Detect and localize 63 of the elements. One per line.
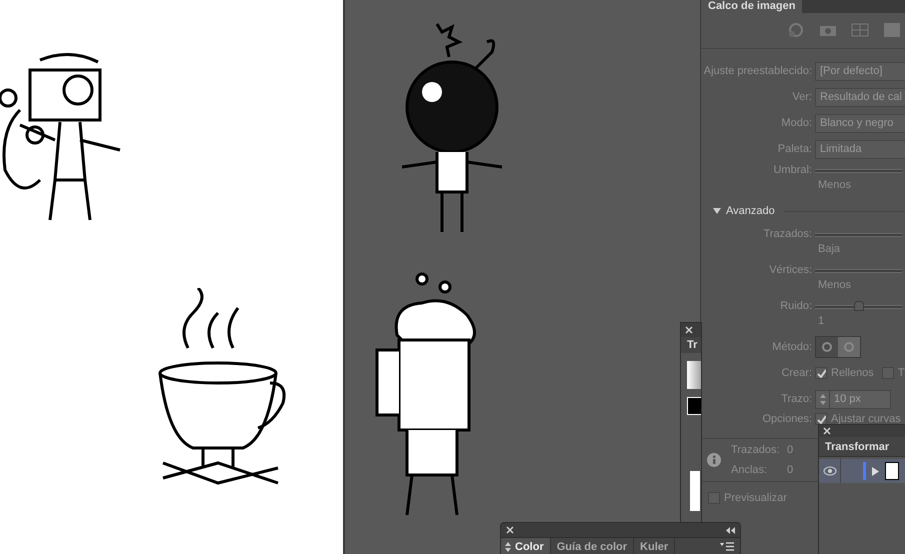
method-toggle[interactable] bbox=[816, 337, 838, 357]
field-label: Trazo: bbox=[780, 392, 813, 407]
collapse-icon[interactable] bbox=[726, 526, 735, 534]
checkbox[interactable] bbox=[815, 367, 827, 379]
check-icon bbox=[816, 414, 826, 424]
check-icon bbox=[816, 368, 826, 378]
checkbox-label: Ajustar curvas bbox=[831, 412, 901, 427]
field-label: Opciones: bbox=[761, 412, 813, 427]
field-label: Crear: bbox=[780, 366, 813, 381]
field-label: Trazados: bbox=[762, 226, 813, 242]
panel-tab[interactable]: Kuler bbox=[634, 538, 676, 554]
field-label: Ajuste preestablecido: bbox=[702, 64, 813, 79]
gradient-icon[interactable] bbox=[883, 21, 901, 39]
panel-tab[interactable]: Color bbox=[501, 538, 551, 554]
slider-value: Menos bbox=[817, 278, 852, 293]
options-arrows-icon[interactable] bbox=[505, 542, 511, 552]
info-icon bbox=[707, 453, 721, 467]
preset-icon[interactable] bbox=[787, 21, 805, 39]
slider-value: 1 bbox=[817, 314, 826, 329]
eye-icon bbox=[822, 466, 836, 476]
panel-tab[interactable]: Guía de color bbox=[550, 538, 634, 554]
preset-dropdown[interactable]: Blanco y negro bbox=[815, 114, 905, 132]
checkbox-label: T bbox=[898, 366, 905, 381]
stat-label: Trazados: bbox=[731, 442, 781, 458]
color-ramp[interactable] bbox=[690, 471, 700, 511]
stat-value: 0 bbox=[787, 442, 794, 458]
field-label: Método: bbox=[771, 340, 813, 355]
disclosure-triangle-icon[interactable] bbox=[713, 207, 721, 215]
preset-dropdown[interactable]: [Por defecto] bbox=[815, 62, 905, 80]
stat-label: Anclas: bbox=[731, 463, 768, 478]
slider-value: Baja bbox=[817, 242, 842, 257]
field-label: Modo: bbox=[780, 116, 813, 131]
field-label: Ruido: bbox=[779, 298, 813, 314]
method-toggle[interactable] bbox=[838, 337, 860, 357]
preset-dropdown[interactable]: Resultado de cal bbox=[815, 88, 905, 106]
slider-thumb[interactable] bbox=[854, 301, 864, 311]
checkbox-label: Previsualizar bbox=[724, 490, 787, 506]
preview-checkbox[interactable] bbox=[708, 492, 720, 504]
checkbox-label: Rellenos bbox=[831, 366, 874, 381]
section-title: Avanzado bbox=[726, 204, 775, 219]
checkbox[interactable] bbox=[882, 367, 894, 379]
close-icon[interactable] bbox=[823, 427, 831, 435]
panel-tab[interactable]: Transformar bbox=[819, 437, 905, 457]
field-label: Paleta: bbox=[776, 142, 813, 157]
preset-dropdown[interactable]: Limitada bbox=[815, 140, 905, 158]
field-label: Umbral: bbox=[772, 162, 813, 178]
field-label: Ver: bbox=[791, 90, 813, 105]
layer-row[interactable] bbox=[819, 459, 905, 483]
close-icon[interactable] bbox=[685, 326, 693, 334]
close-icon[interactable] bbox=[506, 526, 514, 534]
panel-menu-icon[interactable] bbox=[720, 542, 734, 551]
gradient-swatch[interactable] bbox=[687, 361, 701, 389]
grid-icon[interactable] bbox=[851, 21, 869, 39]
expand-arrow-icon[interactable] bbox=[872, 466, 879, 476]
field-label: Vértices: bbox=[768, 262, 813, 278]
panel-tab[interactable]: Calco de imagen bbox=[701, 0, 802, 13]
slider-track[interactable] bbox=[815, 301, 902, 311]
checkbox[interactable] bbox=[815, 413, 827, 425]
panel-tab[interactable]: Tr bbox=[681, 337, 701, 353]
color-swatch[interactable] bbox=[687, 397, 701, 415]
stat-value: 0 bbox=[787, 463, 794, 478]
slider-value: Menos bbox=[817, 178, 852, 193]
layer-thumbnail bbox=[885, 462, 899, 480]
